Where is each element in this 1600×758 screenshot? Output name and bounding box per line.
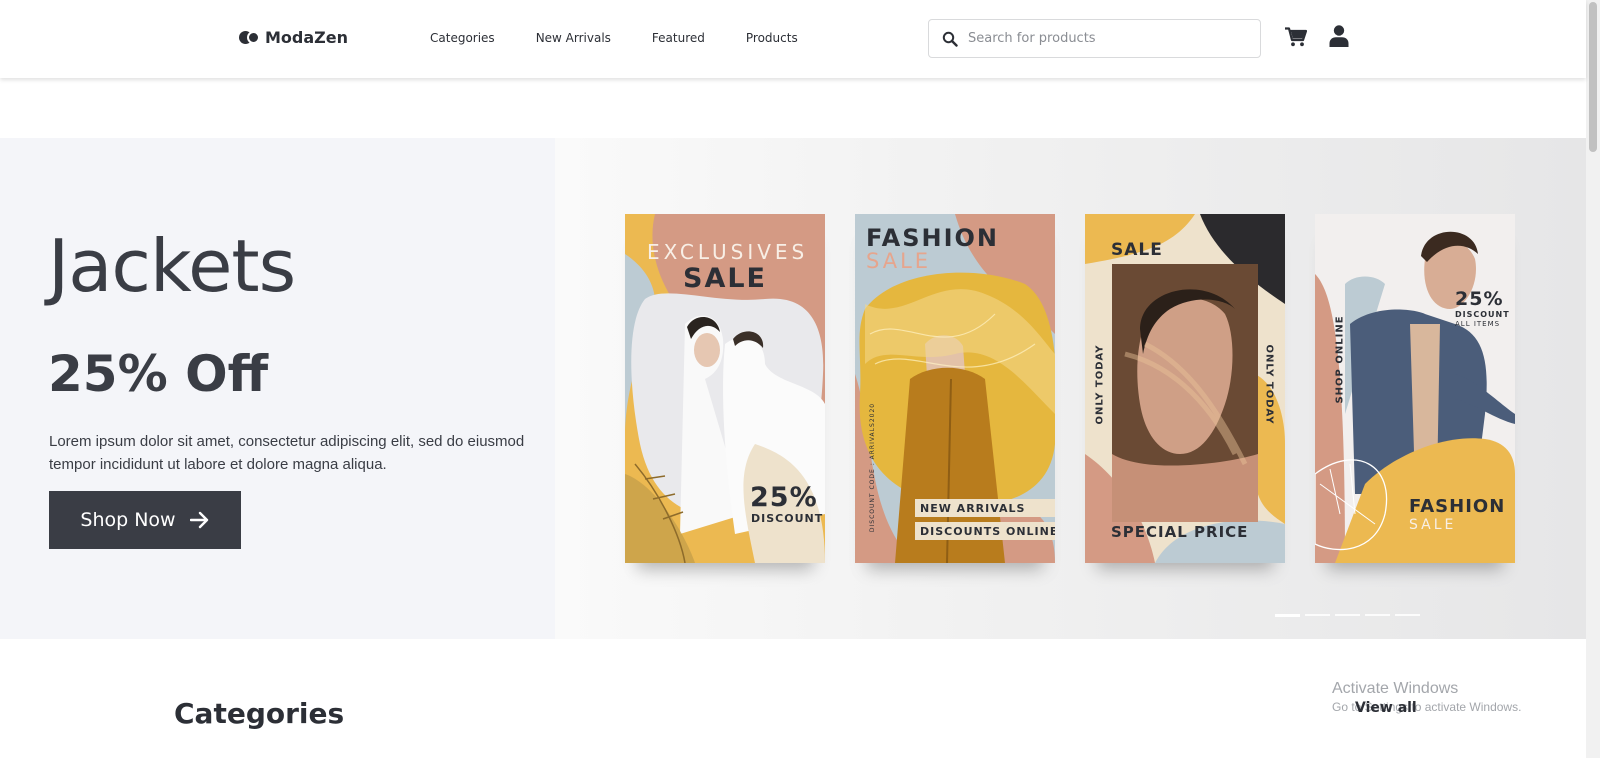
nav-categories[interactable]: Categories: [430, 31, 495, 45]
promo-poster-fashion-sale[interactable]: FASHION SALE NEW ARRIVALS DISCOUNTS ONLI…: [855, 214, 1055, 563]
carousel-dot[interactable]: [1275, 614, 1300, 617]
cart-icon[interactable]: [1285, 27, 1307, 47]
poster-3-line1: SALE: [1111, 240, 1163, 260]
poster-3-side-right: ONLY TODAY: [1263, 344, 1275, 425]
poster-1-line2: SALE: [683, 263, 767, 294]
hero-image-panel: EXCLUSIVES SALE 25% DISCOUNT FASHION SAL…: [555, 138, 1586, 639]
page-scrollbar[interactable]: [1586, 0, 1600, 758]
categories-heading: Categories: [174, 697, 345, 730]
poster-4-line1: FASHION: [1409, 496, 1506, 517]
scrollbar-thumb[interactable]: [1589, 2, 1597, 152]
search-box: [928, 19, 1261, 58]
brand-mark-icon: [239, 30, 261, 46]
hero-description: Lorem ipsum dolor sit amet, consectetur …: [49, 433, 525, 473]
poster-1-badge: 25%: [750, 482, 818, 513]
search-input[interactable]: [968, 31, 1248, 46]
shop-now-button[interactable]: Shop Now: [49, 491, 241, 549]
activation-title: Activate Windows: [1332, 680, 1459, 697]
poster-4-badge-sub: DISCOUNT: [1455, 310, 1510, 319]
shop-now-label: Shop Now: [80, 509, 176, 531]
poster-artwork: [1085, 214, 1285, 563]
brand-name: ModaZen: [265, 28, 349, 47]
nav-featured[interactable]: Featured: [652, 31, 705, 45]
poster-2-line1: FASHION: [866, 224, 1000, 252]
hero-text-panel: Jackets 25% Off Lorem ipsum dolor sit am…: [0, 138, 555, 639]
nav-new-arrivals[interactable]: New Arrivals: [536, 31, 611, 45]
arrow-right-icon: [189, 511, 208, 529]
page: ModaZen Categories New Arrivals Featured…: [0, 0, 1600, 758]
carousel-indicators: [1275, 614, 1420, 617]
carousel-dot[interactable]: [1335, 614, 1360, 616]
brand-logo[interactable]: ModaZen: [239, 28, 348, 47]
poster-4-line2: SALE: [1409, 517, 1457, 533]
poster-2-code: DISCOUNT CODE : ARRIVALS2020: [869, 402, 877, 533]
poster-1-line1: EXCLUSIVES: [647, 240, 809, 264]
poster-2-tag1: NEW ARRIVALS: [920, 502, 1026, 515]
hero-offer: 25% Off: [48, 345, 269, 403]
promo-poster-shop-online[interactable]: 25% DISCOUNT ALL ITEMS SHOP ONLINE FASHI…: [1315, 214, 1515, 563]
promo-poster-special-price[interactable]: SALE ONLY TODAY ONLY TODAY SPECIAL PRICE: [1085, 214, 1285, 563]
poster-2-tag2: DISCOUNTS ONLINE: [920, 525, 1055, 538]
poster-3-footer: SPECIAL PRICE: [1111, 523, 1249, 541]
poster-2-line2: SALE: [866, 249, 932, 273]
nav-products[interactable]: Products: [746, 31, 798, 45]
main-nav: Categories New Arrivals Featured Product…: [430, 31, 839, 45]
carousel-dot[interactable]: [1395, 614, 1420, 616]
search-icon[interactable]: [942, 31, 958, 47]
carousel-dot[interactable]: [1305, 614, 1330, 616]
view-all-link[interactable]: View all: [1355, 700, 1417, 716]
poster-3-side-left: ONLY TODAY: [1094, 344, 1106, 425]
poster-4-badge: 25%: [1455, 288, 1504, 310]
carousel-dot[interactable]: [1365, 614, 1390, 616]
hero-title: Jackets: [48, 224, 296, 308]
site-header: ModaZen Categories New Arrivals Featured…: [0, 0, 1586, 78]
promo-poster-exclusives[interactable]: EXCLUSIVES SALE 25% DISCOUNT: [625, 214, 825, 563]
user-icon[interactable]: [1329, 25, 1349, 47]
poster-1-badge-sub: DISCOUNT: [751, 512, 824, 525]
poster-4-side: SHOP ONLINE: [1334, 315, 1346, 404]
hero-carousel: Jackets 25% Off Lorem ipsum dolor sit am…: [0, 138, 1586, 639]
poster-4-badge-sub2: ALL ITEMS: [1455, 320, 1501, 328]
